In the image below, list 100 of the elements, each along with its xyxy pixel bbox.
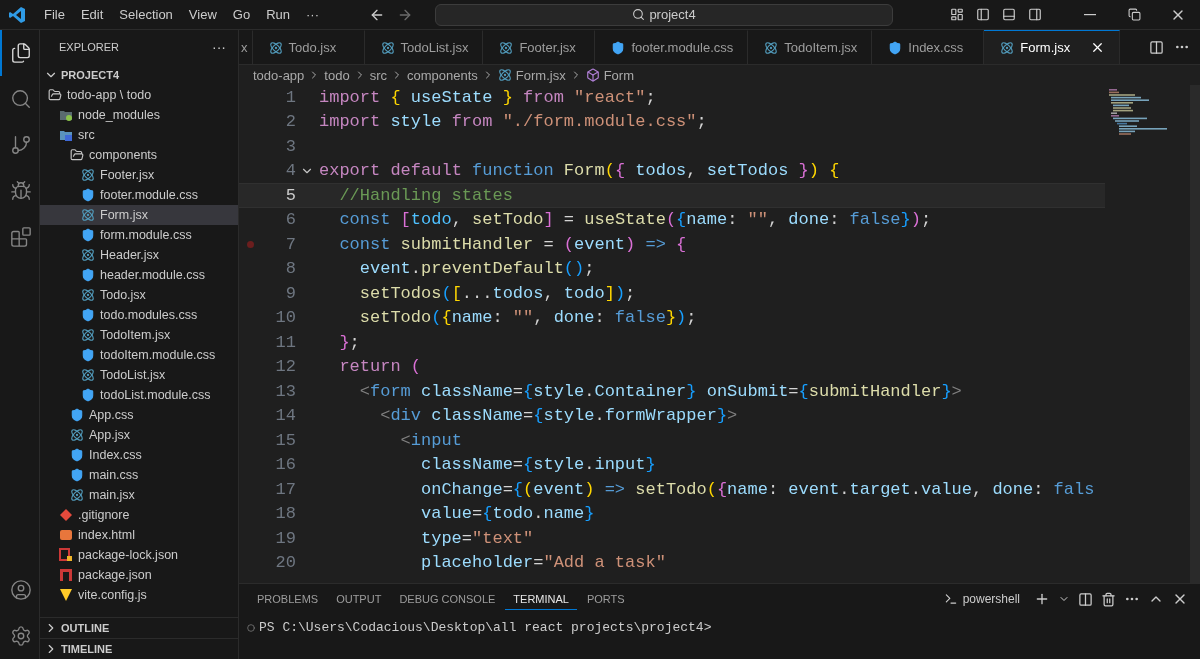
branch-icon (10, 134, 32, 156)
tree-item[interactable]: .gitignore (40, 505, 238, 525)
line-number: 7 (284, 234, 296, 254)
tree-item[interactable]: footer.module.css (40, 185, 238, 205)
tree-item[interactable]: Header.jsx (40, 245, 238, 265)
line-number: 1 (284, 87, 296, 107)
search-field[interactable]: project4 (435, 3, 893, 26)
code-line: import { useState } from "react"; (319, 87, 656, 107)
editor-tab[interactable]: Form.jsx (984, 30, 1121, 64)
atom-icon (499, 40, 514, 55)
line-number: 19 (274, 528, 296, 548)
tree-item[interactable]: src (40, 125, 238, 145)
tree-item[interactable]: package.json (40, 565, 238, 585)
menu-item[interactable]: Run (258, 7, 298, 22)
tree-item[interactable]: Form.jsx (40, 205, 238, 225)
shield-icon (70, 408, 84, 422)
breadcrumb[interactable]: components (407, 67, 478, 83)
cube-icon (585, 68, 600, 82)
account-icon (10, 579, 32, 601)
tree-item[interactable]: App.jsx (40, 425, 238, 445)
search-icon (632, 8, 646, 21)
code-line: setTodo({name: "", done: false}); (358, 308, 697, 328)
menu-item[interactable]: Go (224, 7, 259, 22)
code-line: event.preventDefault(); (358, 259, 595, 279)
tree-item[interactable]: node_modules (40, 105, 238, 125)
tree-item[interactable]: todo-app \ todo (40, 85, 238, 105)
line-number: 9 (284, 283, 296, 303)
atom-icon (70, 428, 84, 442)
atom-icon (764, 40, 779, 55)
atom-icon (81, 248, 95, 262)
tree-item[interactable]: index.html (40, 525, 238, 545)
tree-item[interactable]: TodoList.jsx (40, 365, 238, 385)
tree-item[interactable]: header.module.css (40, 265, 238, 285)
atom-icon (1000, 40, 1015, 55)
tree-item[interactable]: todoList.module.css (40, 385, 238, 405)
settings-icon (10, 625, 32, 647)
add-icon[interactable] (1034, 591, 1050, 607)
html-icon (59, 528, 73, 542)
menu-item[interactable]: ··· (298, 7, 327, 22)
shield-icon (81, 348, 95, 362)
section-header[interactable]: TIMELINE (40, 638, 238, 659)
line-number: 5 (284, 185, 296, 205)
lock-file-icon (59, 548, 73, 562)
bug-icon (10, 180, 32, 202)
folder-icon (59, 128, 73, 142)
breadcrumb[interactable]: Form (585, 67, 634, 83)
breadcrumb[interactable]: src (369, 67, 387, 83)
shield-icon (70, 468, 84, 482)
more-button[interactable]: ··· (212, 39, 226, 55)
split-editor-icon[interactable] (1149, 39, 1164, 55)
layout-icon (950, 7, 964, 22)
bolt-icon (59, 588, 73, 602)
code-line: }; (338, 332, 360, 352)
package-icon (59, 568, 73, 582)
atom-icon (380, 40, 395, 55)
terminal-selector[interactable]: powershell (937, 591, 1026, 607)
tree-item[interactable]: todo.modules.css (40, 305, 238, 325)
tree-item[interactable]: TodoItem.jsx (40, 325, 238, 345)
tree-item[interactable]: vite.config.js (40, 585, 238, 605)
line-number: 12 (274, 357, 296, 377)
tree-item[interactable]: Footer.jsx (40, 165, 238, 185)
menu-item[interactable]: Selection (111, 7, 181, 22)
panel-tab[interactable]: DEBUG CONSOLE (391, 588, 504, 610)
panel-tab[interactable]: OUTPUT (328, 588, 390, 610)
menu-item[interactable]: View (180, 7, 225, 22)
section-header[interactable]: PROJECT4 (40, 64, 238, 85)
panel-tab[interactable]: TERMINAL (505, 588, 577, 610)
editor-tab[interactable]: x (239, 30, 253, 64)
tree-item[interactable]: Todo.jsx (40, 285, 238, 305)
menu-item[interactable]: Edit (72, 7, 112, 22)
breadcrumb[interactable]: todo (324, 67, 350, 83)
shield-icon (81, 308, 95, 322)
search-icon (10, 88, 32, 110)
section-header[interactable]: OUTLINE (40, 617, 238, 638)
tree-item[interactable]: package-lock.json (40, 545, 238, 565)
trash-icon[interactable] (1101, 591, 1116, 607)
tree-item[interactable]: main.jsx (40, 485, 238, 505)
diamond-icon (59, 508, 73, 522)
split-icon[interactable] (1078, 591, 1093, 607)
tree-item[interactable]: form.module.css (40, 225, 238, 245)
terminal-prompt: PS C:\Users\Codacious\Desktop\all react projects\project4> (259, 620, 712, 635)
shield-icon (81, 268, 95, 282)
breadcrumb[interactable]: todo-app (253, 67, 305, 83)
tree-item[interactable]: App.css (40, 405, 238, 425)
panel-tab[interactable]: PORTS (578, 588, 633, 610)
menu-item[interactable]: File (36, 7, 73, 22)
code-line: setTodos([...todos, todo]); (358, 283, 636, 303)
breakpoint-dot[interactable] (247, 240, 254, 248)
atom-icon (81, 328, 95, 342)
shield-icon (81, 388, 95, 402)
panel-tab[interactable]: PROBLEMS (249, 588, 327, 610)
tree-item[interactable]: todoItem.module.css (40, 345, 238, 365)
breadcrumb[interactable]: Form.jsx (497, 67, 566, 83)
tree-item[interactable]: components (40, 145, 238, 165)
atom-icon (81, 208, 95, 222)
code-line: return ( (338, 357, 422, 377)
tree-item[interactable]: Index.css (40, 445, 238, 465)
line-number: 18 (274, 504, 296, 524)
shield-icon (70, 448, 84, 462)
tree-item[interactable]: main.css (40, 465, 238, 485)
